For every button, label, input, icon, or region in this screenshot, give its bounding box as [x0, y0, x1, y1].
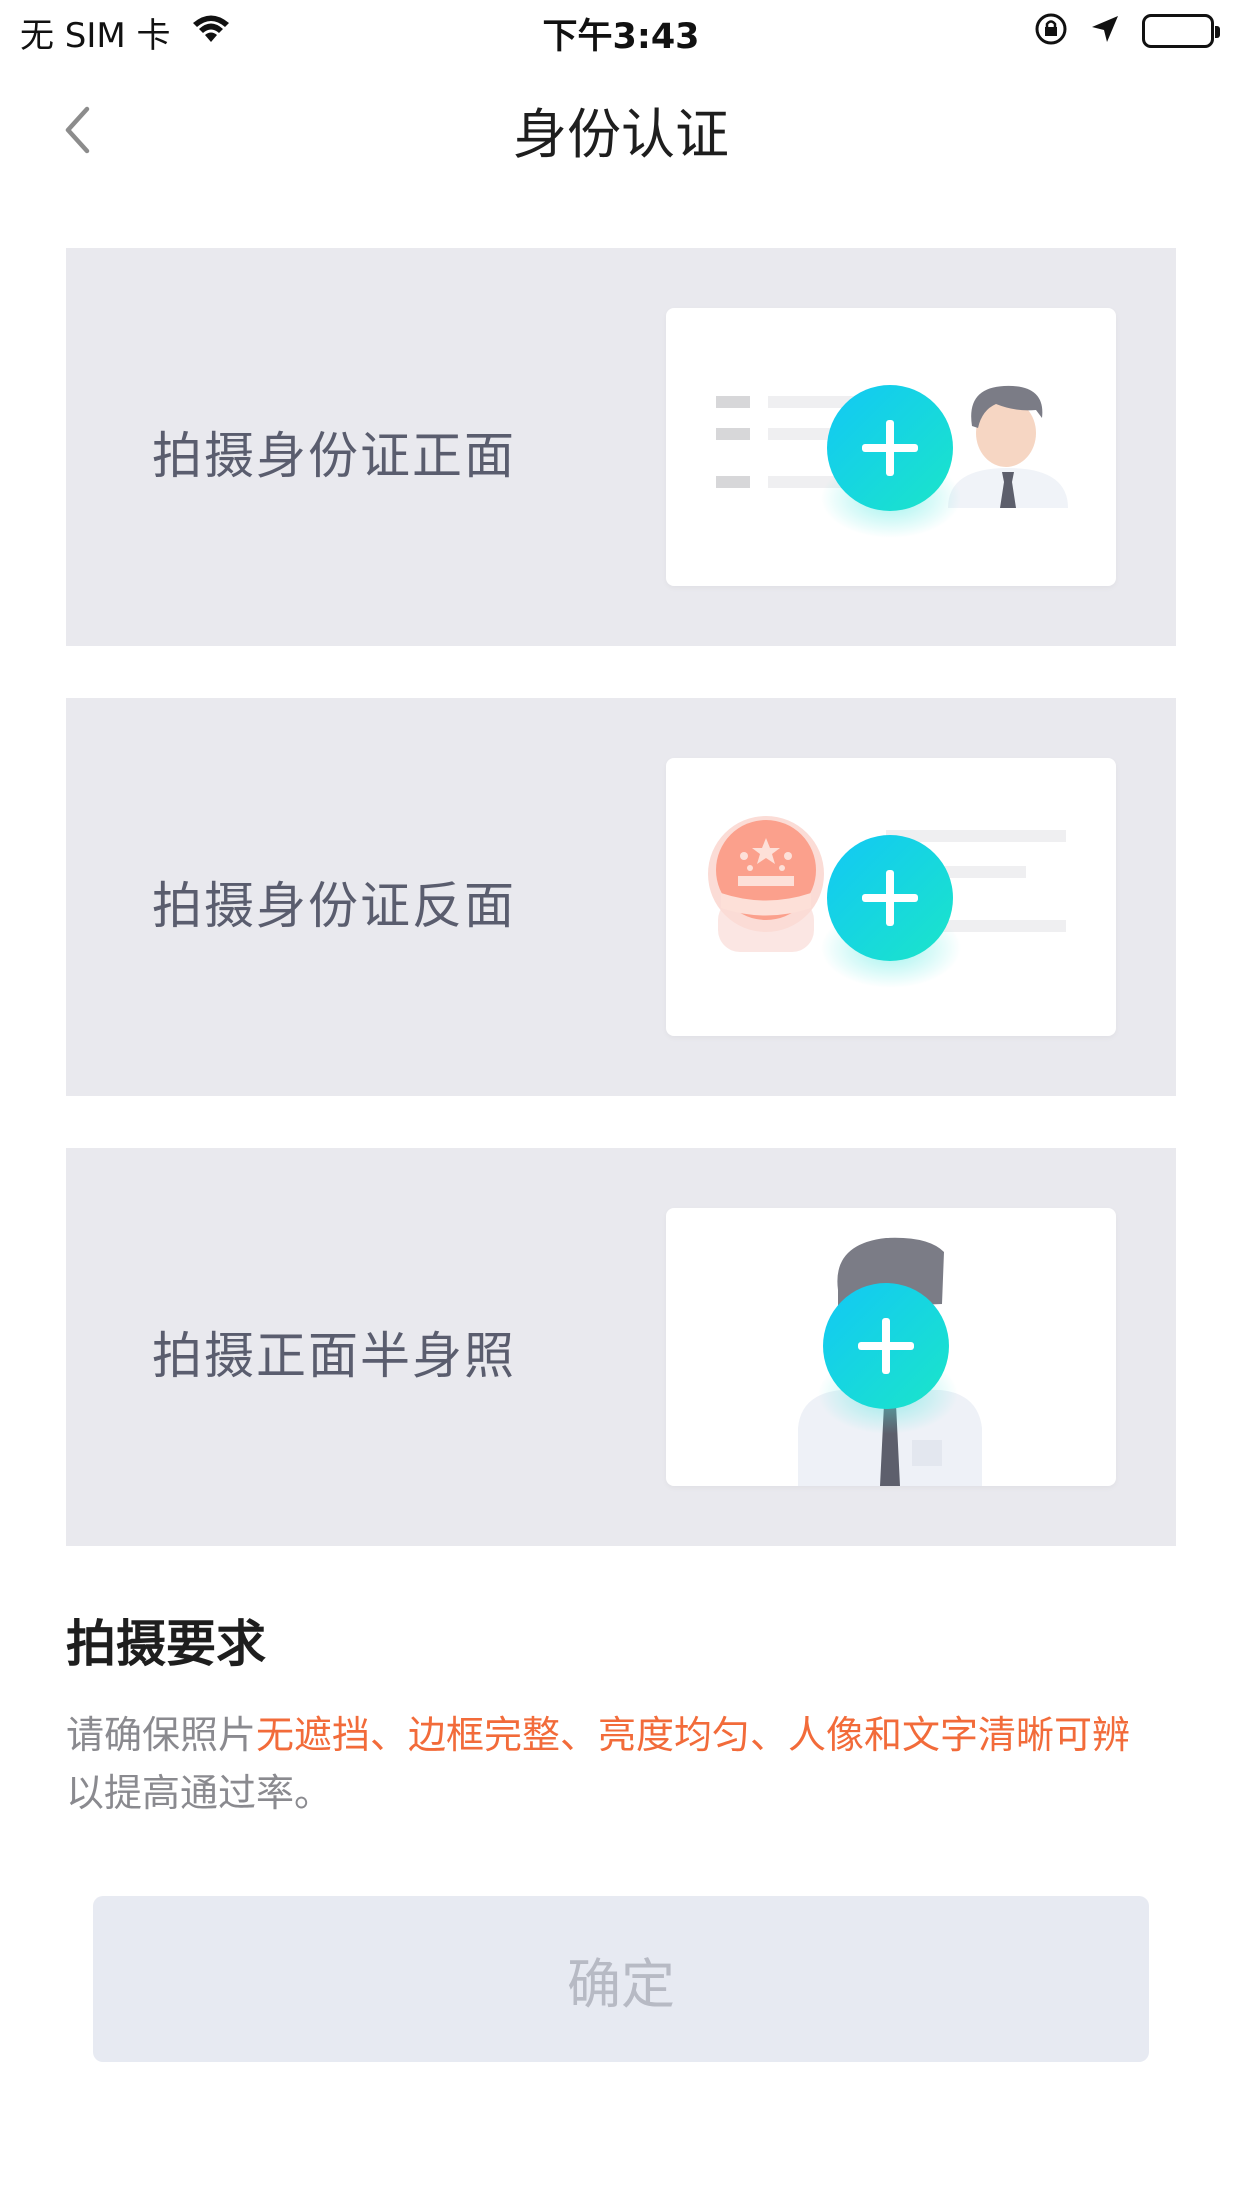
id-front-illustration: [666, 308, 1116, 586]
requirements-text: 请确保照片无遮挡、边框完整、亮度均匀、人像和文字清晰可辨以提高通过率。: [66, 1706, 1186, 1822]
status-right: [1034, 12, 1220, 50]
status-bar: 无 SIM 卡 下午3:43: [0, 0, 1242, 60]
requirements-title: 拍摄要求: [66, 1615, 266, 1673]
requirements-suffix: 以提高通过率。: [66, 1771, 333, 1815]
location-arrow-icon: [1090, 14, 1120, 48]
card-label: 拍摄身份证正面: [152, 427, 516, 485]
battery-icon: [1142, 14, 1220, 48]
requirements-highlight: 无遮挡、边框完整、亮度均匀、人像和文字清晰可辨: [256, 1713, 1131, 1757]
card-label: 拍摄身份证反面: [152, 877, 516, 935]
requirements-prefix: 请确保照片: [66, 1713, 257, 1757]
card-label: 拍摄正面半身照: [152, 1327, 516, 1385]
half-body-photo-illustration: [666, 1208, 1116, 1486]
id-back-illustration: [666, 758, 1116, 1036]
card-id-front[interactable]: 拍摄身份证正面: [66, 248, 1176, 646]
card-half-body-photo[interactable]: 拍摄正面半身照: [66, 1148, 1176, 1546]
orientation-lock-icon: [1034, 12, 1068, 50]
page-title: 身份认证: [513, 103, 729, 166]
confirm-button[interactable]: 确定: [93, 1896, 1149, 2062]
nav-bar: 身份认证: [0, 60, 1242, 192]
card-id-back[interactable]: 拍摄身份证反面: [66, 698, 1176, 1096]
